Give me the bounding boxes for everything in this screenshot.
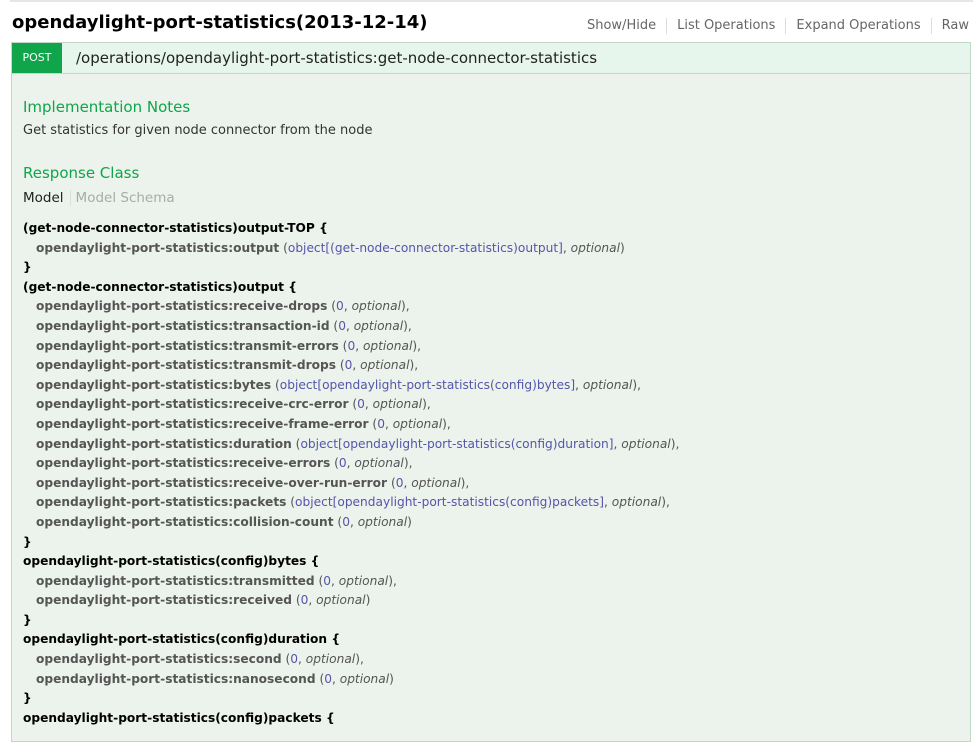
- property-optional: optional: [570, 240, 621, 255]
- model-signature: (get-node-connector-statistics)output-TO…: [23, 219, 679, 728]
- property-name: opendaylight-port-statistics:transmit-er…: [36, 338, 339, 353]
- operation-path[interactable]: /operations/opendaylight-port-statistics…: [76, 49, 597, 67]
- property-name: opendaylight-port-statistics:bytes: [36, 377, 272, 392]
- property-optional: optional: [582, 377, 633, 392]
- http-method-badge[interactable]: POST: [12, 43, 62, 73]
- model-property: opendaylight-port-statistics:output (obj…: [36, 240, 625, 255]
- model-property: opendaylight-port-statistics:transmit-dr…: [36, 358, 419, 373]
- model-property: opendaylight-port-statistics:receive-fra…: [36, 416, 451, 431]
- model-close-brace: }: [23, 534, 32, 549]
- model-property: opendaylight-port-statistics:collision-c…: [36, 514, 412, 529]
- model-property: opendaylight-port-statistics:transaction…: [36, 318, 412, 333]
- property-optional: optional: [338, 573, 389, 588]
- property-type: 0: [377, 416, 385, 431]
- property-name: opendaylight-port-statistics:duration: [36, 436, 292, 451]
- property-optional: optional: [392, 416, 443, 431]
- model-property: opendaylight-port-statistics:nanosecond …: [36, 671, 394, 686]
- property-type: 0: [357, 397, 365, 412]
- property-type: 0: [300, 593, 309, 608]
- property-type: 0: [338, 318, 346, 333]
- property-optional: optional: [351, 299, 401, 314]
- model-tabs: Model Model Schema: [23, 190, 175, 206]
- property-name: opendaylight-port-statistics:output: [36, 240, 280, 255]
- model-heading: opendaylight-port-statistics(config)pack…: [23, 710, 335, 725]
- model-heading: opendaylight-port-statistics(config)byte…: [23, 554, 320, 569]
- property-name: opendaylight-port-statistics:receive-ove…: [36, 475, 388, 490]
- property-type: 0: [344, 358, 353, 373]
- model-property: opendaylight-port-statistics:packets (ob…: [36, 495, 670, 510]
- property-name: opendaylight-port-statistics:packets: [36, 495, 287, 510]
- property-optional: optional: [611, 495, 662, 510]
- model-property: opendaylight-port-statistics:receive-dro…: [36, 299, 410, 314]
- property-optional: optional: [357, 514, 408, 529]
- property-name: opendaylight-port-statistics:second: [36, 652, 282, 667]
- implementation-notes-heading: Implementation Notes: [23, 98, 191, 116]
- property-type: 0: [323, 573, 332, 588]
- model-property: opendaylight-port-statistics:duration (o…: [36, 436, 680, 451]
- property-type: object[opendaylight-port-statistics(conf…: [295, 495, 605, 510]
- property-optional: optional: [360, 358, 410, 373]
- property-name: opendaylight-port-statistics:receive-fra…: [36, 416, 369, 431]
- tab-model[interactable]: Model: [23, 190, 71, 206]
- property-optional: optional: [339, 671, 390, 686]
- expand-operations-link[interactable]: Expand Operations: [786, 18, 932, 34]
- property-type: 0: [290, 652, 299, 667]
- operation-heading[interactable]: POST /operations/opendaylight-port-stati…: [12, 43, 970, 74]
- list-operations-link[interactable]: List Operations: [667, 18, 787, 34]
- implementation-notes-text: Get statistics for given node connector …: [23, 123, 373, 138]
- property-optional: optional: [372, 397, 423, 412]
- response-class-heading: Response Class: [23, 164, 140, 182]
- model-heading: (get-node-connector-statistics)output {: [23, 279, 297, 294]
- model-close-brace: }: [23, 612, 32, 627]
- property-name: opendaylight-port-statistics:transaction…: [36, 318, 330, 333]
- model-heading: opendaylight-port-statistics(config)dura…: [23, 632, 341, 647]
- model-property: opendaylight-port-statistics:bytes (obje…: [36, 377, 641, 392]
- property-type: 0: [338, 456, 347, 471]
- model-property: opendaylight-port-statistics:receive-crc…: [36, 397, 431, 412]
- resource-actions: Show/Hide List Operations Expand Operati…: [577, 18, 969, 34]
- property-optional: optional: [353, 318, 404, 333]
- resource-title[interactable]: opendaylight-port-statistics(2013-12-14): [12, 12, 428, 33]
- property-name: opendaylight-port-statistics:transmit-dr…: [36, 358, 336, 373]
- raw-link[interactable]: Raw: [932, 18, 969, 34]
- model-property: opendaylight-port-statistics:receive-err…: [36, 456, 413, 471]
- property-type: 0: [395, 475, 404, 490]
- model-close-brace: }: [23, 691, 32, 706]
- property-type: 0: [347, 338, 356, 353]
- model-property: opendaylight-port-statistics:second (0, …: [36, 652, 364, 667]
- property-optional: optional: [621, 436, 671, 451]
- show-hide-link[interactable]: Show/Hide: [577, 18, 668, 34]
- property-optional: optional: [305, 652, 356, 667]
- property-type: 0: [336, 299, 344, 314]
- model-property: opendaylight-port-statistics:received (0…: [36, 593, 371, 608]
- tab-model-schema[interactable]: Model Schema: [71, 190, 175, 206]
- operation-panel: POST /operations/opendaylight-port-stati…: [11, 42, 971, 742]
- property-optional: optional: [362, 338, 413, 353]
- model-close-brace: }: [23, 260, 32, 275]
- property-optional: optional: [316, 593, 366, 608]
- property-type: object[(get-node-connector-statistics)ou…: [287, 240, 563, 255]
- property-optional: optional: [354, 456, 404, 471]
- property-name: opendaylight-port-statistics:receive-err…: [36, 456, 331, 471]
- property-name: opendaylight-port-statistics:receive-dro…: [36, 299, 328, 314]
- property-type: object[opendaylight-port-statistics(conf…: [279, 377, 576, 392]
- model-heading: (get-node-connector-statistics)output-TO…: [23, 221, 328, 235]
- property-name: opendaylight-port-statistics:nanosecond: [36, 671, 316, 686]
- property-name: opendaylight-port-statistics:collision-c…: [36, 514, 334, 529]
- model-property: opendaylight-port-statistics:transmitted…: [36, 573, 397, 588]
- model-property: opendaylight-port-statistics:transmit-er…: [36, 338, 421, 353]
- property-name: opendaylight-port-statistics:transmitted: [36, 573, 315, 588]
- property-name: opendaylight-port-statistics:received: [36, 593, 292, 608]
- property-type: object[opendaylight-port-statistics(conf…: [300, 436, 614, 451]
- model-property: opendaylight-port-statistics:receive-ove…: [36, 475, 470, 490]
- property-optional: optional: [411, 475, 461, 490]
- property-type: 0: [342, 514, 350, 529]
- property-name: opendaylight-port-statistics:receive-crc…: [36, 397, 349, 412]
- property-type: 0: [324, 671, 332, 686]
- resource-header: opendaylight-port-statistics(2013-12-14)…: [0, 2, 979, 42]
